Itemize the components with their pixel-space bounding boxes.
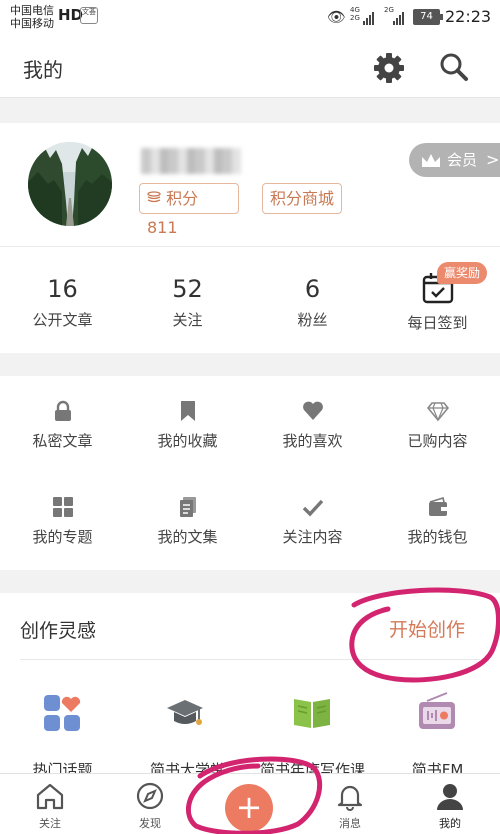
check-icon [302, 499, 324, 517]
inspiration-section: 创作灵感 开始创作 热门话题 简书大学堂 简书年度写作课 简书FM [0, 593, 500, 773]
top-header: 我的 [0, 36, 500, 98]
tab-mine[interactable]: 我的 [400, 774, 500, 834]
user-icon [437, 784, 463, 810]
coins-icon [147, 191, 161, 203]
radio-icon [419, 692, 455, 729]
signal-icon-secondary [393, 11, 404, 25]
profile-card[interactable]: 积分 811 积分商城 会员 [0, 123, 500, 247]
compass-icon [136, 782, 164, 810]
inspiration-item-writing-course[interactable]: 简书年度写作课 [250, 593, 375, 773]
menu-item-label: 我的喜欢 [282, 432, 343, 450]
menu-item-label: 关注内容 [282, 528, 343, 546]
points-mall-tag[interactable]: 积分商城 [262, 183, 343, 214]
bookmark-icon [181, 401, 195, 421]
username-blurred [141, 148, 241, 174]
open-book-icon [294, 699, 330, 728]
menu-item-label: 我的收藏 [157, 432, 218, 450]
carrier-1: 中国电信 [10, 4, 54, 17]
menu-item-favorites[interactable]: 我的收藏 [125, 376, 250, 473]
network-2g-label: 2G [350, 14, 360, 22]
home-icon [36, 783, 64, 810]
menu-item-wallet[interactable]: 我的钱包 [375, 473, 500, 570]
tab-label: 我的 [439, 817, 461, 830]
inspiration-item-hot-topics[interactable]: 热门话题 [0, 593, 125, 773]
inspiration-label: 热门话题 [32, 761, 93, 773]
stat-label: 每日签到 [407, 314, 468, 332]
document-icon [180, 497, 196, 517]
grid-icon [53, 497, 73, 517]
clock: 22:23 [445, 7, 492, 26]
stat-following[interactable]: 52 关注 [125, 247, 250, 353]
menu-item-likes[interactable]: 我的喜欢 [250, 376, 375, 473]
menu-item-label: 我的钱包 [407, 528, 468, 546]
menu-item-label: 已购内容 [407, 432, 468, 450]
points-tag[interactable]: 积分 811 [139, 183, 239, 237]
menu-item-label: 我的专题 [32, 528, 93, 546]
page-title: 我的 [23, 58, 63, 82]
signal-icon [363, 11, 374, 25]
menu-item-label: 私密文章 [32, 432, 93, 450]
stat-label: 粉丝 [297, 311, 328, 329]
menu-item-purchased[interactable]: 已购内容 [375, 376, 500, 473]
menu-item-private-articles[interactable]: 私密文章 [0, 376, 125, 473]
carrier-labels: 中国电信 中国移动 [10, 4, 54, 30]
stats-row: 16 公开文章 52 关注 6 粉丝 每日签到 [0, 247, 500, 353]
heart-icon [303, 401, 323, 420]
menu-item-collections[interactable]: 我的文集 [125, 473, 250, 570]
inspiration-label: 简书FM [411, 761, 464, 773]
stat-value: 6 [304, 275, 321, 303]
graduation-cap-icon [167, 700, 203, 725]
network-4g: 4G 2G [350, 6, 360, 22]
tab-label: 发现 [139, 817, 161, 830]
tab-label: 消息 [339, 817, 361, 830]
chevron-right-icon: > [486, 150, 500, 169]
bell-icon [337, 785, 363, 811]
gear-icon[interactable] [371, 50, 407, 86]
stat-label: 关注 [172, 311, 203, 329]
diamond-icon [427, 402, 449, 422]
reward-badge: 赢奖励 [437, 262, 488, 284]
stat-value: 52 [172, 275, 203, 303]
eye-icon: 👁 [327, 8, 347, 26]
inspiration-item-fm[interactable]: 简书FM [375, 593, 500, 773]
tab-follow[interactable]: 关注 [0, 774, 100, 834]
stat-label: 公开文章 [32, 311, 93, 329]
menu-item-label: 我的文集 [157, 528, 218, 546]
stat-value: 16 [47, 275, 78, 303]
battery-indicator: 74 [413, 9, 443, 25]
wallet-icon [429, 496, 447, 516]
menu-grid: 私密文章 我的收藏 我的喜欢 已购内容 我的专题 我的文集 关注内容 我的钱包 [0, 376, 500, 570]
tab-discover[interactable]: 发现 [100, 774, 200, 834]
inspiration-label: 简书年度写作课 [259, 761, 365, 773]
stat-articles[interactable]: 16 公开文章 [0, 247, 125, 353]
inspiration-label: 简书大学堂 [149, 761, 225, 773]
add-post-button[interactable]: + [225, 784, 273, 832]
status-bar: 中国电信 中国移动 HD 文荟 👁 4G 2G 2G 74 22:23 [0, 0, 500, 36]
inspiration-item-university[interactable]: 简书大学堂 [125, 593, 250, 773]
search-icon[interactable] [436, 50, 472, 86]
app-badge: 文荟 [80, 7, 98, 24]
stat-followers[interactable]: 6 粉丝 [250, 247, 375, 353]
crown-icon [422, 154, 440, 167]
network-4g-label: 4G [350, 6, 360, 14]
member-label: 会员 [447, 151, 478, 169]
tab-messages[interactable]: 消息 [300, 774, 400, 834]
tab-label: 关注 [39, 817, 61, 830]
menu-item-topics[interactable]: 我的专题 [0, 473, 125, 570]
carrier-2: 中国移动 [10, 17, 54, 30]
topics-icon [44, 695, 81, 731]
menu-item-followed-content[interactable]: 关注内容 [250, 473, 375, 570]
lock-icon [55, 400, 71, 421]
avatar[interactable] [28, 142, 112, 226]
